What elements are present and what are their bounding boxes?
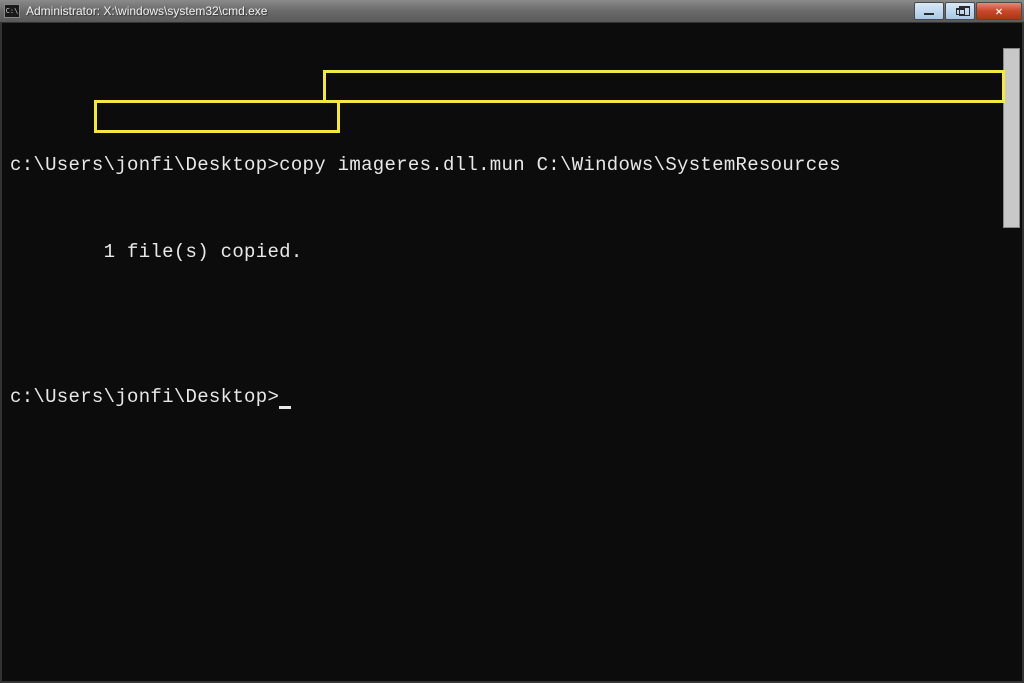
terminal-line-output: 1 file(s) copied. [10,238,1014,267]
close-button[interactable]: ✕ [976,2,1022,20]
terminal-command: copy imageres.dll.mun C:\Windows\SystemR… [279,154,841,176]
terminal-area[interactable]: c:\Users\jonfi\Desktop>copy imageres.dll… [0,23,1024,683]
cmd-icon-label: C:\ [6,7,19,15]
minimize-button[interactable] [914,2,944,20]
window-titlebar[interactable]: C:\ Administrator: X:\windows\system32\c… [0,0,1024,23]
minimize-icon [924,13,934,15]
terminal-cursor [279,406,291,409]
restore-button[interactable] [945,2,975,20]
close-icon: ✕ [995,4,1002,19]
terminal-indent [10,241,104,263]
terminal-line-command: c:\Users\jonfi\Desktop>copy imageres.dll… [10,151,1014,180]
vertical-scrollbar[interactable] [1003,48,1020,228]
terminal-prompt: c:\Users\jonfi\Desktop> [10,386,279,408]
terminal-output: 1 file(s) copied. [104,241,303,263]
restore-icon [956,8,965,15]
terminal-content: c:\Users\jonfi\Desktop>copy imageres.dll… [2,23,1022,482]
terminal-prompt: c:\Users\jonfi\Desktop> [10,154,279,176]
window-title: Administrator: X:\windows\system32\cmd.e… [26,4,914,18]
terminal-line-prompt: c:\Users\jonfi\Desktop> [10,383,1014,412]
window-controls: ✕ [914,2,1022,20]
cmd-icon: C:\ [4,4,20,18]
